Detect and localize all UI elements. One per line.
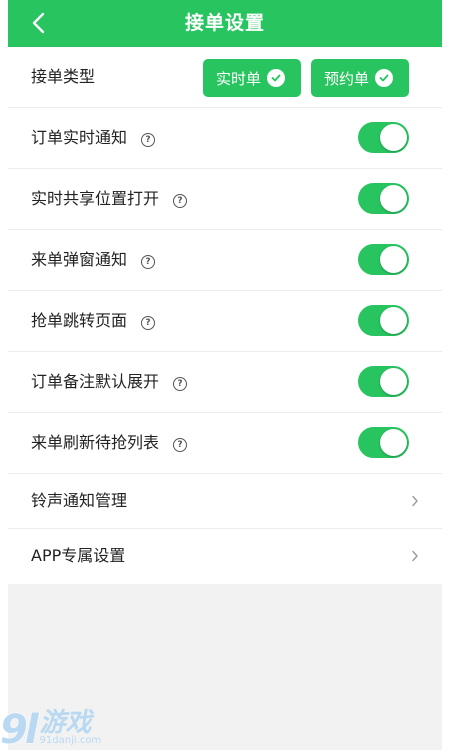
switch-knob — [380, 307, 407, 334]
refresh-list-switch[interactable] — [358, 427, 409, 458]
toggle-row-popup-notify: 来单弹窗通知? — [8, 230, 442, 291]
site-watermark: 9l 游戏 91danji.com — [0, 700, 150, 750]
toggle-row-share-location: 实时共享位置打开? — [8, 169, 442, 230]
link-label: APP专属设置 — [31, 546, 126, 565]
share-location-switch[interactable] — [358, 183, 409, 214]
remark-expand-switch[interactable] — [358, 366, 409, 397]
link-row-app-settings[interactable]: APP专属设置 — [8, 529, 442, 584]
toggle-row-order-realtime-notify: 订单实时通知? — [8, 108, 442, 169]
toggle-row-remark-expand: 订单备注默认展开? — [8, 352, 442, 413]
switch-knob — [380, 368, 407, 395]
order-type-label: 接单类型 — [31, 67, 96, 86]
help-icon[interactable]: ? — [173, 194, 188, 208]
reservation-order-label: 预约单 — [324, 69, 370, 88]
switch-knob — [380, 429, 407, 456]
switch-knob — [380, 124, 407, 151]
reservation-order-button[interactable]: 预约单 — [311, 59, 409, 97]
realtime-order-button[interactable]: 实时单 — [203, 59, 301, 97]
grab-jump-page-switch[interactable] — [358, 305, 409, 336]
check-icon — [267, 69, 286, 87]
chevron-right-icon — [408, 494, 422, 508]
toggle-row-grab-jump-page: 抢单跳转页面? — [8, 291, 442, 352]
watermark-domain: 91danji.com — [39, 735, 102, 746]
toggle-row-refresh-list: 来单刷新待抢列表? — [8, 413, 442, 474]
chevron-right-icon — [408, 549, 422, 563]
link-row-ringtone[interactable]: 铃声通知管理 — [8, 474, 442, 529]
toggle-label: 实时共享位置打开? — [31, 169, 188, 229]
top-bar: 接单设置 — [8, 0, 442, 47]
toggle-label: 订单备注默认展开? — [31, 352, 188, 412]
app-screen: 接单设置 接单类型 实时单 预约单 订单实时通知? 实时共享位置打开? 来单弹窗… — [8, 0, 442, 750]
toggle-label: 抢单跳转页面? — [31, 291, 156, 351]
toggle-label: 来单刷新待抢列表? — [31, 413, 188, 473]
page-title: 接单设置 — [184, 12, 265, 34]
toggle-label: 订单实时通知? — [31, 108, 156, 168]
switch-knob — [380, 185, 407, 212]
check-icon — [375, 69, 394, 87]
link-label: 铃声通知管理 — [31, 491, 128, 510]
switch-knob — [380, 246, 407, 273]
realtime-order-label: 实时单 — [216, 69, 262, 88]
help-icon[interactable]: ? — [173, 377, 188, 391]
help-icon[interactable]: ? — [173, 438, 188, 452]
help-icon[interactable]: ? — [141, 316, 156, 330]
order-type-row: 接单类型 实时单 预约单 — [8, 47, 442, 108]
popup-notify-switch[interactable] — [358, 244, 409, 275]
watermark-brand: 游戏 — [39, 708, 92, 738]
help-icon[interactable]: ? — [141, 133, 156, 147]
watermark-logo: 9l — [0, 707, 39, 753]
settings-list: 接单类型 实时单 预约单 订单实时通知? 实时共享位置打开? 来单弹窗通知 ? … — [8, 47, 442, 584]
order-realtime-notify-switch[interactable] — [358, 122, 409, 153]
toggle-label: 来单弹窗通知? — [31, 230, 156, 290]
watermark-text: 游戏 91danji.com — [40, 710, 102, 746]
help-icon[interactable]: ? — [141, 255, 156, 269]
